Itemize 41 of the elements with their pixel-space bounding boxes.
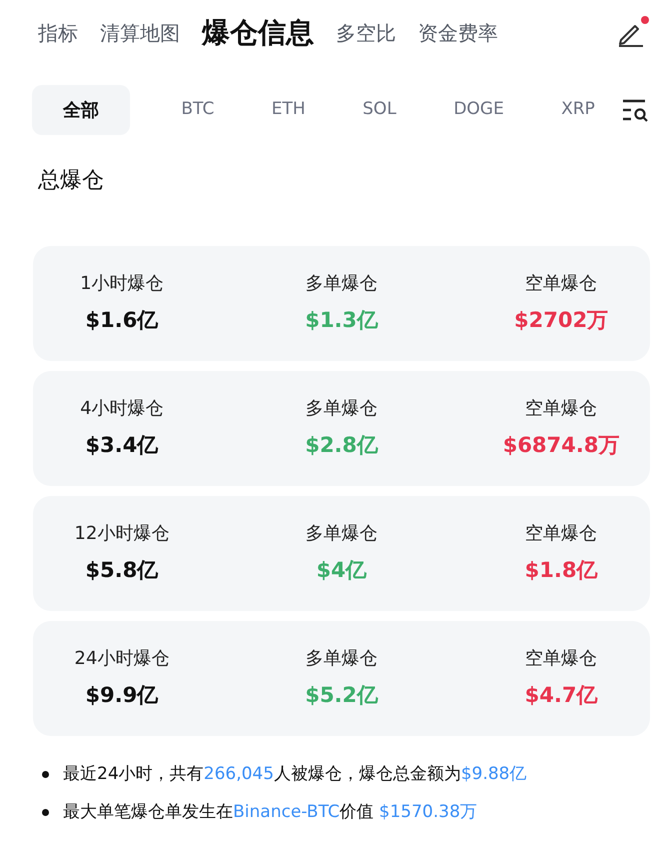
summary-text: 最大单笔爆仓单发生在Binance-BTC价值 $1570.38万 (63, 800, 478, 824)
stat-label: 多单爆仓 (305, 522, 378, 546)
bullet-icon (42, 771, 49, 778)
stat-label: 24小时爆仓 (74, 647, 170, 672)
stat-value: $1.6亿 (85, 307, 158, 334)
stat-value: $1.8亿 (524, 557, 598, 584)
stat-value: $5.2亿 (305, 682, 378, 710)
coin-filter-chip[interactable]: ETH (265, 85, 312, 135)
coin-filter-chip[interactable]: SOL (356, 85, 402, 135)
summary-text: 最近24小时，共有266,045人被爆仓，爆仓总金额为$9.88亿 (63, 763, 527, 786)
stat-label: 12小时爆仓 (74, 522, 170, 546)
nav-tab[interactable]: 清算地图 (100, 18, 180, 48)
stat-label: 多单爆仓 (305, 397, 378, 422)
nav-tab[interactable]: 资金费率 (418, 18, 498, 48)
bullet-icon (42, 808, 49, 816)
filter-search-icon[interactable] (621, 97, 649, 123)
nav-tab[interactable]: 爆仓信息 (202, 12, 314, 54)
stat-label: 空单爆仓 (525, 272, 598, 296)
stat-label: 空单爆仓 (525, 397, 598, 422)
stat-value: $5.8亿 (85, 557, 158, 584)
stat-label: 空单爆仓 (525, 522, 598, 546)
stat-value: $4.7亿 (524, 682, 598, 710)
stat-label: 多单爆仓 (305, 647, 378, 672)
stat-value: $3.4亿 (85, 432, 158, 460)
nav-tab[interactable]: 多空比 (336, 18, 396, 48)
coin-filter-chip[interactable]: DOGE (448, 85, 510, 135)
stat-value: $2.8亿 (305, 432, 378, 460)
stat-label: 1小时爆仓 (80, 272, 164, 296)
stat-label: 4小时爆仓 (80, 397, 164, 422)
stat-label: 多单爆仓 (305, 272, 378, 296)
stat-value: $4亿 (316, 557, 367, 584)
nav-tab[interactable]: 指标 (38, 18, 78, 48)
section-title: 总爆仓 (37, 167, 105, 195)
coin-filter-chip[interactable]: 全部 (32, 85, 130, 135)
stat-value: $1.3亿 (305, 307, 378, 334)
coin-filter-chip[interactable]: XRP (555, 85, 601, 135)
stat-label: 空单爆仓 (525, 647, 598, 672)
stat-value: $2702万 (514, 307, 608, 334)
stat-value: $6874.8万 (502, 432, 620, 460)
coin-filter-chip[interactable]: BTC (175, 85, 220, 135)
stat-value: $9.9亿 (85, 682, 158, 710)
